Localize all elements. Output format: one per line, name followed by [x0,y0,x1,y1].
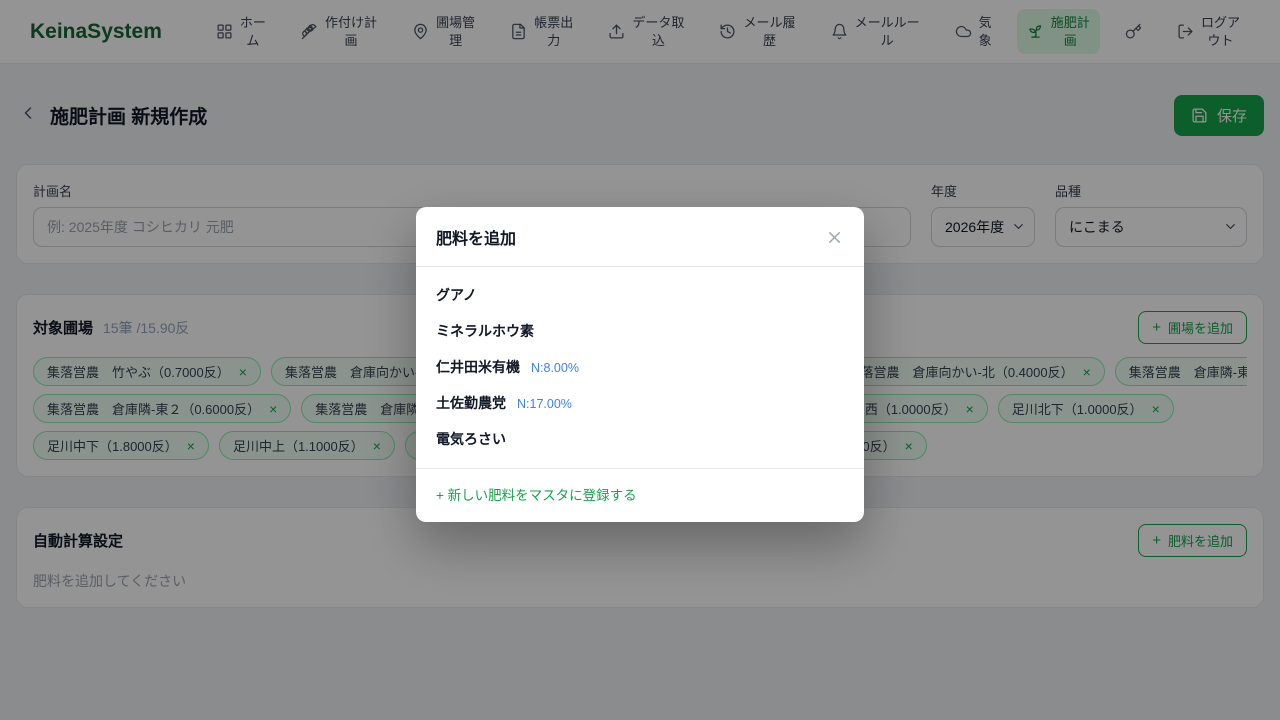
fertilizer-list: グアノミネラルホウ素仁井田米有機 N:8.00% 土佐勤農党 N:17.00% 電気ろさ… [416,267,864,468]
register-new-fertilizer-link[interactable]: + 新しい肥料をマスタに登録する [436,488,637,503]
fertilizer-option[interactable]: 仁井田米有機 N:8.00% [416,349,864,385]
fertilizer-n-percent: N:8.00% [531,361,579,375]
fertilizer-n-percent: N:17.00% [517,397,572,411]
fertilizer-name: 電気ろさい [436,429,506,449]
add-fertilizer-modal: 肥料を追加 グアノミネラルホウ素仁井田米有機 N:8.00% 土佐勤農党 N:17.0… [416,207,864,522]
fertilizer-name: ミネラルホウ素 [436,321,534,341]
fertilizer-name: グアノ [436,285,477,305]
fertilizer-option[interactable]: 電気ろさい [416,421,864,457]
fertilizer-option[interactable]: グアノ [416,277,864,313]
close-icon[interactable] [825,228,844,247]
fertilizer-option[interactable]: ミネラルホウ素 [416,313,864,349]
fertilizer-name: 仁井田米有機 [436,357,520,377]
modal-title: 肥料を追加 [436,225,516,249]
fertilizer-name: 土佐勤農党 [436,393,506,413]
fertilizer-option[interactable]: 土佐勤農党 N:17.00% [416,385,864,421]
